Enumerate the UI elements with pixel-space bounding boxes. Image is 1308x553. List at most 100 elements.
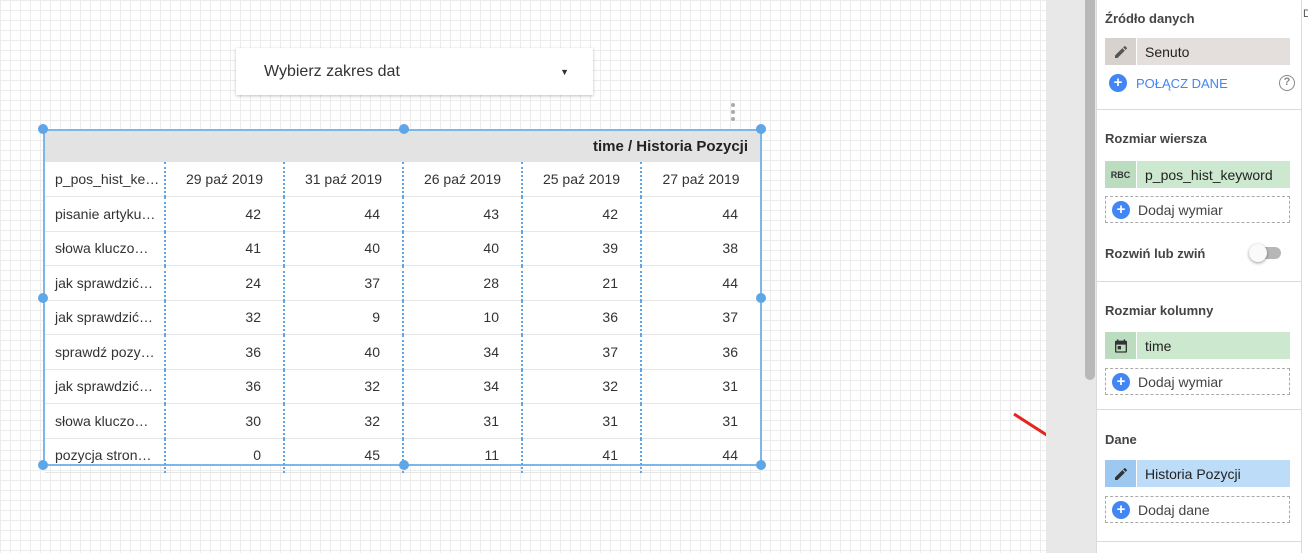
add-row-dimension-button[interactable]: + Dodaj wymiar bbox=[1105, 196, 1290, 223]
table-row: słowa kluczo… 41 40 40 39 38 bbox=[45, 231, 760, 266]
position-cell: 44 bbox=[640, 438, 760, 473]
table-row: jak sprawdzić… 32 9 10 36 37 bbox=[45, 300, 760, 335]
expand-collapse-toggle[interactable] bbox=[1249, 244, 1283, 262]
connect-data-label: POŁĄCZ DANE bbox=[1136, 75, 1228, 91]
position-cell: 34 bbox=[402, 369, 522, 404]
table-row: słowa kluczo… 30 32 31 31 31 bbox=[45, 403, 760, 439]
column-header[interactable]: 31 paź 2019 bbox=[283, 162, 403, 197]
column-header[interactable]: 29 paź 2019 bbox=[164, 162, 284, 197]
position-cell: 38 bbox=[640, 231, 760, 266]
position-cell: 44 bbox=[283, 196, 403, 232]
resize-handle-right[interactable] bbox=[756, 293, 766, 303]
pencil-icon[interactable] bbox=[1105, 460, 1137, 487]
column-header[interactable]: p_pos_hist_ke… bbox=[45, 162, 165, 197]
metric-field: Historia Pozycji bbox=[1145, 465, 1241, 482]
position-cell: 31 bbox=[640, 369, 760, 404]
plus-icon: + bbox=[1109, 74, 1127, 92]
section-title: Rozmiar kolumny bbox=[1105, 303, 1214, 318]
position-cell: 9 bbox=[283, 300, 403, 335]
expand-collapse-row: Rozwiń lub zwiń bbox=[1105, 244, 1295, 262]
position-cell: 32 bbox=[283, 369, 403, 404]
resize-handle-top[interactable] bbox=[399, 124, 409, 134]
metric-section: Dane Historia Pozycji + Dodaj dane bbox=[1097, 410, 1308, 542]
position-cell: 41 bbox=[521, 438, 641, 473]
row-dimension-chip[interactable]: RBC p_pos_hist_keyword bbox=[1105, 161, 1290, 188]
position-cell: 40 bbox=[402, 231, 522, 266]
position-cell: 21 bbox=[521, 265, 641, 301]
column-dimension-chip[interactable]: time bbox=[1105, 332, 1290, 359]
position-cell: 32 bbox=[164, 300, 284, 335]
position-cell: 45 bbox=[283, 438, 403, 473]
position-cell: 31 bbox=[402, 403, 522, 439]
position-cell: 42 bbox=[521, 196, 641, 232]
add-dimension-label: Dodaj wymiar bbox=[1138, 201, 1223, 218]
table-header-row: p_pos_hist_ke… 29 paź 2019 31 paź 2019 2… bbox=[45, 162, 760, 197]
date-range-picker[interactable]: Wybierz zakres dat ▼ bbox=[236, 48, 593, 95]
table-row: jak sprawdzić… 36 32 34 32 31 bbox=[45, 369, 760, 404]
table-grid: p_pos_hist_ke… 29 paź 2019 31 paź 2019 2… bbox=[45, 162, 760, 473]
add-dimension-label: Dodaj wymiar bbox=[1138, 373, 1223, 390]
pivot-table[interactable]: time / Historia Pozycji p_pos_hist_ke… 2… bbox=[43, 129, 762, 473]
date-range-label: Wybierz zakres dat bbox=[264, 62, 400, 80]
position-cell: 31 bbox=[640, 403, 760, 439]
add-column-dimension-button[interactable]: + Dodaj wymiar bbox=[1105, 368, 1290, 395]
position-cell: 37 bbox=[640, 300, 760, 335]
table-row: pisanie artyku… 42 44 43 42 44 bbox=[45, 196, 760, 232]
connect-data-link[interactable]: + POŁĄCZ DANE ? bbox=[1105, 74, 1295, 92]
adjacent-panel-edge: D bbox=[1301, 0, 1308, 553]
position-cell: 36 bbox=[164, 334, 284, 370]
position-cell: 32 bbox=[283, 403, 403, 439]
add-metric-label: Dodaj dane bbox=[1138, 501, 1210, 518]
position-cell: 40 bbox=[283, 334, 403, 370]
resize-handle-top-right[interactable] bbox=[756, 124, 766, 134]
resize-handle-bottom[interactable] bbox=[399, 460, 409, 470]
position-cell: 36 bbox=[521, 300, 641, 335]
position-cell: 39 bbox=[521, 231, 641, 266]
keyword-cell: pisanie artyku… bbox=[45, 196, 165, 232]
adjacent-panel-glyph: D bbox=[1303, 8, 1308, 20]
position-cell: 41 bbox=[164, 231, 284, 266]
position-cell: 0 bbox=[164, 438, 284, 473]
plus-icon: + bbox=[1112, 500, 1130, 519]
resize-handle-bottom-right[interactable] bbox=[756, 460, 766, 470]
plus-icon: + bbox=[1112, 372, 1130, 391]
abc-type-icon: RBC bbox=[1105, 161, 1137, 188]
report-canvas[interactable]: Wybierz zakres dat ▼ time / Historia Poz… bbox=[0, 0, 1108, 553]
position-cell: 40 bbox=[283, 231, 403, 266]
expand-collapse-label: Rozwiń lub zwiń bbox=[1105, 246, 1206, 261]
position-cell: 30 bbox=[164, 403, 284, 439]
keyword-cell: sprawdź pozy… bbox=[45, 334, 165, 370]
resize-handle-bottom-left[interactable] bbox=[38, 460, 48, 470]
column-dimension-field: time bbox=[1145, 337, 1172, 354]
table-row: sprawdź pozy… 36 40 34 37 36 bbox=[45, 334, 760, 370]
pencil-icon[interactable] bbox=[1105, 38, 1137, 65]
section-title: Rozmiar wiersza bbox=[1105, 131, 1207, 146]
keyword-cell: jak sprawdzić… bbox=[45, 369, 165, 404]
position-cell: 28 bbox=[402, 265, 522, 301]
position-cell: 37 bbox=[283, 265, 403, 301]
add-metric-button[interactable]: + Dodaj dane bbox=[1105, 496, 1290, 523]
data-source-chip[interactable]: Senuto bbox=[1105, 38, 1290, 65]
metric-chip[interactable]: Historia Pozycji bbox=[1105, 460, 1290, 487]
column-header[interactable]: 27 paź 2019 bbox=[640, 162, 760, 197]
section-title: Źródło danych bbox=[1105, 11, 1195, 26]
calendar-icon bbox=[1105, 332, 1137, 359]
column-header[interactable]: 26 paź 2019 bbox=[402, 162, 522, 197]
position-cell: 11 bbox=[402, 438, 522, 473]
caret-down-icon: ▼ bbox=[560, 66, 569, 77]
keyword-cell: jak sprawdzić… bbox=[45, 300, 165, 335]
kebab-menu-icon[interactable] bbox=[729, 103, 737, 121]
resize-handle-left[interactable] bbox=[38, 293, 48, 303]
vertical-scrollbar[interactable] bbox=[1085, 0, 1095, 380]
position-cell: 36 bbox=[164, 369, 284, 404]
position-cell: 44 bbox=[640, 265, 760, 301]
column-header[interactable]: 25 paź 2019 bbox=[521, 162, 641, 197]
plus-icon: + bbox=[1112, 200, 1130, 219]
keyword-cell: słowa kluczo… bbox=[45, 403, 165, 439]
position-cell: 10 bbox=[402, 300, 522, 335]
help-icon[interactable]: ? bbox=[1279, 75, 1295, 91]
table-column-header: time / Historia Pozycji bbox=[45, 131, 760, 162]
resize-handle-top-left[interactable] bbox=[38, 124, 48, 134]
properties-panel: Źródło danych Senuto + POŁĄCZ DANE ? Roz… bbox=[1096, 0, 1308, 553]
keyword-cell: jak sprawdzić… bbox=[45, 265, 165, 301]
